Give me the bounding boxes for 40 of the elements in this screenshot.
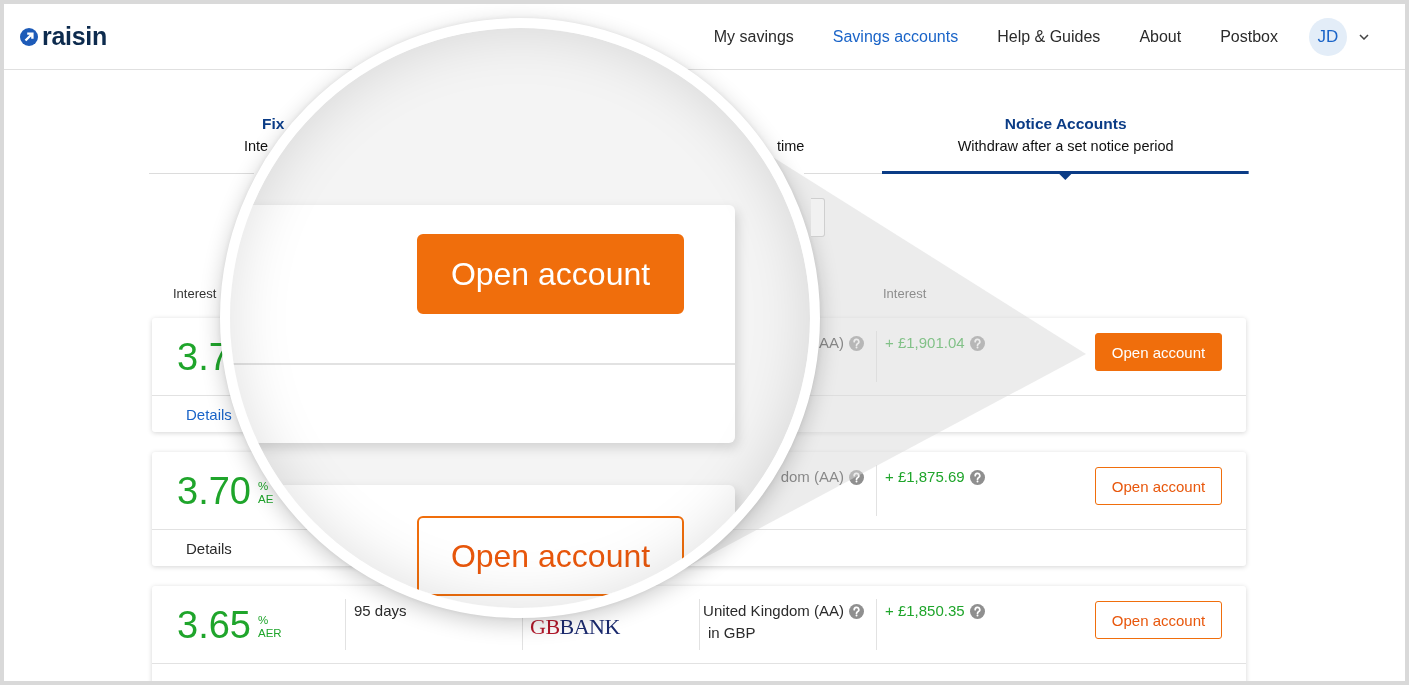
interest-amount: + £1,875.69 [885, 467, 965, 487]
logo-wordmark[interactable]: raisin [42, 22, 107, 51]
nav-link[interactable]: Savings accounts [832, 27, 959, 46]
nav-link[interactable]: My savings [713, 27, 794, 46]
help-icon[interactable] [969, 603, 985, 619]
help-icon[interactable] [969, 335, 985, 351]
avatar[interactable]: JD [1309, 17, 1347, 56]
column-header: Interest [173, 285, 217, 303]
nav-link[interactable]: Help & Guides [997, 27, 1101, 46]
country-rating: United Kingdom (AA) [703, 601, 844, 621]
tab[interactable]: Notice Accounts Withdraw after a set notice period [957, 115, 1174, 155]
interest-amount: + £1,901.04 [885, 333, 965, 353]
percent-sign: % [257, 614, 269, 627]
chevron-down-icon[interactable] [1359, 33, 1369, 40]
details-link[interactable]: Details [186, 539, 232, 557]
help-icon[interactable] [969, 469, 985, 485]
interest-amount: + £1,850.35 [885, 601, 965, 621]
details-link[interactable]: Details [186, 405, 232, 423]
bank-logo: GBBANK [530, 618, 620, 636]
select-field[interactable] [811, 198, 825, 237]
percent-sign: % [257, 480, 269, 493]
help-icon[interactable] [849, 603, 864, 619]
notice-period: 95 days [354, 601, 408, 621]
open-account-button[interactable]: Open account [1095, 467, 1222, 505]
country-rating: AA) [819, 333, 844, 353]
tab[interactable]: time [776, 137, 805, 155]
zoomed-open-account-button[interactable]: Open account [417, 516, 684, 596]
rate-unit: AE [257, 493, 274, 506]
column-header: Interest [883, 285, 927, 303]
open-account-button[interactable]: Open account [1095, 601, 1222, 639]
help-icon[interactable] [849, 469, 864, 485]
rate-unit: AER [257, 627, 282, 640]
country-rating: dom (AA) [780, 467, 844, 487]
tab[interactable]: Fix Inte [244, 115, 285, 155]
currency-text: in GBP [708, 623, 757, 643]
interest-rate: 3.70 [177, 471, 251, 511]
interest-rate: 3.65 [177, 605, 251, 645]
nav-link[interactable]: Postbox [1220, 27, 1278, 46]
help-icon[interactable] [849, 335, 864, 351]
nav-link[interactable]: About [1139, 27, 1182, 46]
